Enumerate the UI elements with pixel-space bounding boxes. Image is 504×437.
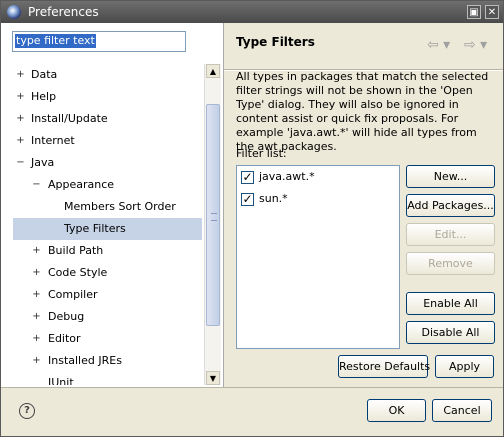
tree-item[interactable]: − Appearance bbox=[13, 174, 202, 196]
tree-item[interactable]: + Debug bbox=[13, 306, 202, 328]
expand-icon[interactable]: + bbox=[32, 312, 41, 322]
tree-item-label: Help bbox=[31, 90, 57, 103]
filter-text-value: type filter text bbox=[15, 34, 96, 48]
tree-item[interactable]: + Compiler bbox=[13, 284, 202, 306]
tree-item-label: Compiler bbox=[48, 288, 98, 301]
enable-all-button[interactable]: Enable All bbox=[406, 292, 495, 315]
tree-item-label: Members Sort Order bbox=[64, 200, 176, 213]
window-title: Preferences bbox=[28, 5, 99, 19]
tree-item[interactable]: + Internet bbox=[13, 130, 202, 152]
filter-list[interactable]: ✓ java.awt.* ✓ sun.* bbox=[236, 165, 400, 349]
preferences-window: Preferences ▣ ✕ type filter text + Data + H… bbox=[0, 0, 504, 437]
preference-tree: + Data + Help + Install/Update + Internet − Java −… bbox=[13, 64, 203, 385]
tree-scrollbar[interactable]: ▲ ▼ bbox=[204, 64, 221, 385]
tree-item[interactable]: − Java bbox=[13, 152, 202, 174]
tree-item[interactable]: + Editor bbox=[13, 328, 202, 350]
preference-navigation-pane: type filter text + Data + Help + Install/Upda… bbox=[1, 23, 224, 387]
tree-item[interactable]: JUnit bbox=[13, 372, 202, 385]
tree-item-label: Install/Update bbox=[31, 112, 108, 125]
tree-item[interactable]: + Data bbox=[13, 64, 202, 86]
filter-checkbox[interactable]: ✓ bbox=[241, 171, 254, 184]
expand-icon[interactable]: + bbox=[32, 246, 41, 256]
tree-item[interactable]: + Installed JREs bbox=[13, 350, 202, 372]
edit-button[interactable]: Edit... bbox=[406, 223, 495, 246]
add-packages-button[interactable]: Add Packages... bbox=[406, 194, 495, 217]
back-arrow-icon[interactable]: ⇦ ▾ bbox=[427, 37, 450, 53]
title-bar[interactable]: Preferences ▣ ✕ bbox=[1, 1, 503, 23]
apply-button[interactable]: Apply bbox=[435, 355, 494, 378]
page-description: All types in packages that match the sel… bbox=[236, 70, 489, 153]
close-window-button[interactable]: ✕ bbox=[485, 5, 499, 19]
tree-item-label: Debug bbox=[48, 310, 85, 323]
scroll-up-arrow-icon[interactable]: ▲ bbox=[206, 64, 220, 78]
tree-item-label: Appearance bbox=[48, 178, 115, 191]
preference-page: Type Filters ⇦ ▾ ⇨ ▾ All types in packag… bbox=[224, 23, 503, 387]
filter-list-label: Filter list: bbox=[236, 147, 287, 160]
expand-icon[interactable]: + bbox=[32, 290, 41, 300]
tree-item-label: Editor bbox=[48, 332, 81, 345]
ok-button[interactable]: OK bbox=[367, 399, 426, 422]
expand-icon[interactable]: + bbox=[16, 92, 25, 102]
dialog-button-bar: ? OK Cancel bbox=[1, 387, 503, 437]
restore-defaults-button[interactable]: Restore Defaults bbox=[338, 355, 430, 378]
scroll-down-arrow-icon[interactable]: ▼ bbox=[206, 371, 220, 385]
restore-window-button[interactable]: ▣ bbox=[467, 5, 481, 19]
tree-item[interactable]: + Install/Update bbox=[13, 108, 202, 130]
tree-item[interactable]: + Build Path bbox=[13, 240, 202, 262]
tree-item[interactable]: Members Sort Order bbox=[13, 196, 202, 218]
expand-icon[interactable]: + bbox=[16, 114, 25, 124]
tree-item[interactable]: + Code Style bbox=[13, 262, 202, 284]
disable-all-button[interactable]: Disable All bbox=[406, 321, 495, 344]
tree-item-label: Code Style bbox=[48, 266, 108, 279]
tree-item[interactable]: + Help bbox=[13, 86, 202, 108]
tree-item-label: Type Filters bbox=[64, 222, 126, 235]
tree-item-label: JUnit bbox=[48, 376, 74, 385]
tree-item-label: Installed JREs bbox=[48, 354, 122, 367]
expand-icon[interactable]: + bbox=[32, 356, 41, 366]
filter-item-label: java.awt.* bbox=[259, 170, 315, 183]
tree-item-label: Internet bbox=[31, 134, 75, 147]
collapse-icon[interactable]: − bbox=[32, 180, 41, 190]
collapse-icon[interactable]: − bbox=[16, 158, 25, 168]
expand-icon[interactable]: + bbox=[32, 334, 41, 344]
page-title: Type Filters bbox=[236, 35, 315, 49]
tree-item-label: Data bbox=[31, 68, 58, 81]
filter-item-label: sun.* bbox=[259, 192, 288, 205]
expand-icon[interactable]: + bbox=[32, 268, 41, 278]
eclipse-logo-icon bbox=[7, 5, 21, 19]
forward-arrow-icon[interactable]: ⇨ ▾ bbox=[464, 37, 487, 53]
expand-icon[interactable]: + bbox=[16, 136, 25, 146]
scrollbar-thumb[interactable] bbox=[206, 104, 220, 326]
remove-button[interactable]: Remove bbox=[406, 252, 495, 275]
expand-icon[interactable]: + bbox=[16, 70, 25, 80]
help-icon[interactable]: ? bbox=[19, 403, 35, 419]
tree-item-label: Build Path bbox=[48, 244, 104, 257]
tree-item[interactable]: Type Filters bbox=[13, 218, 202, 240]
filter-checkbox[interactable]: ✓ bbox=[241, 193, 254, 206]
filter-text-input[interactable]: type filter text bbox=[12, 31, 186, 52]
scrollbar-grip-icon bbox=[211, 213, 217, 221]
new-button[interactable]: New... bbox=[406, 165, 495, 188]
cancel-button[interactable]: Cancel bbox=[432, 399, 492, 422]
tree-item-label: Java bbox=[31, 156, 55, 169]
